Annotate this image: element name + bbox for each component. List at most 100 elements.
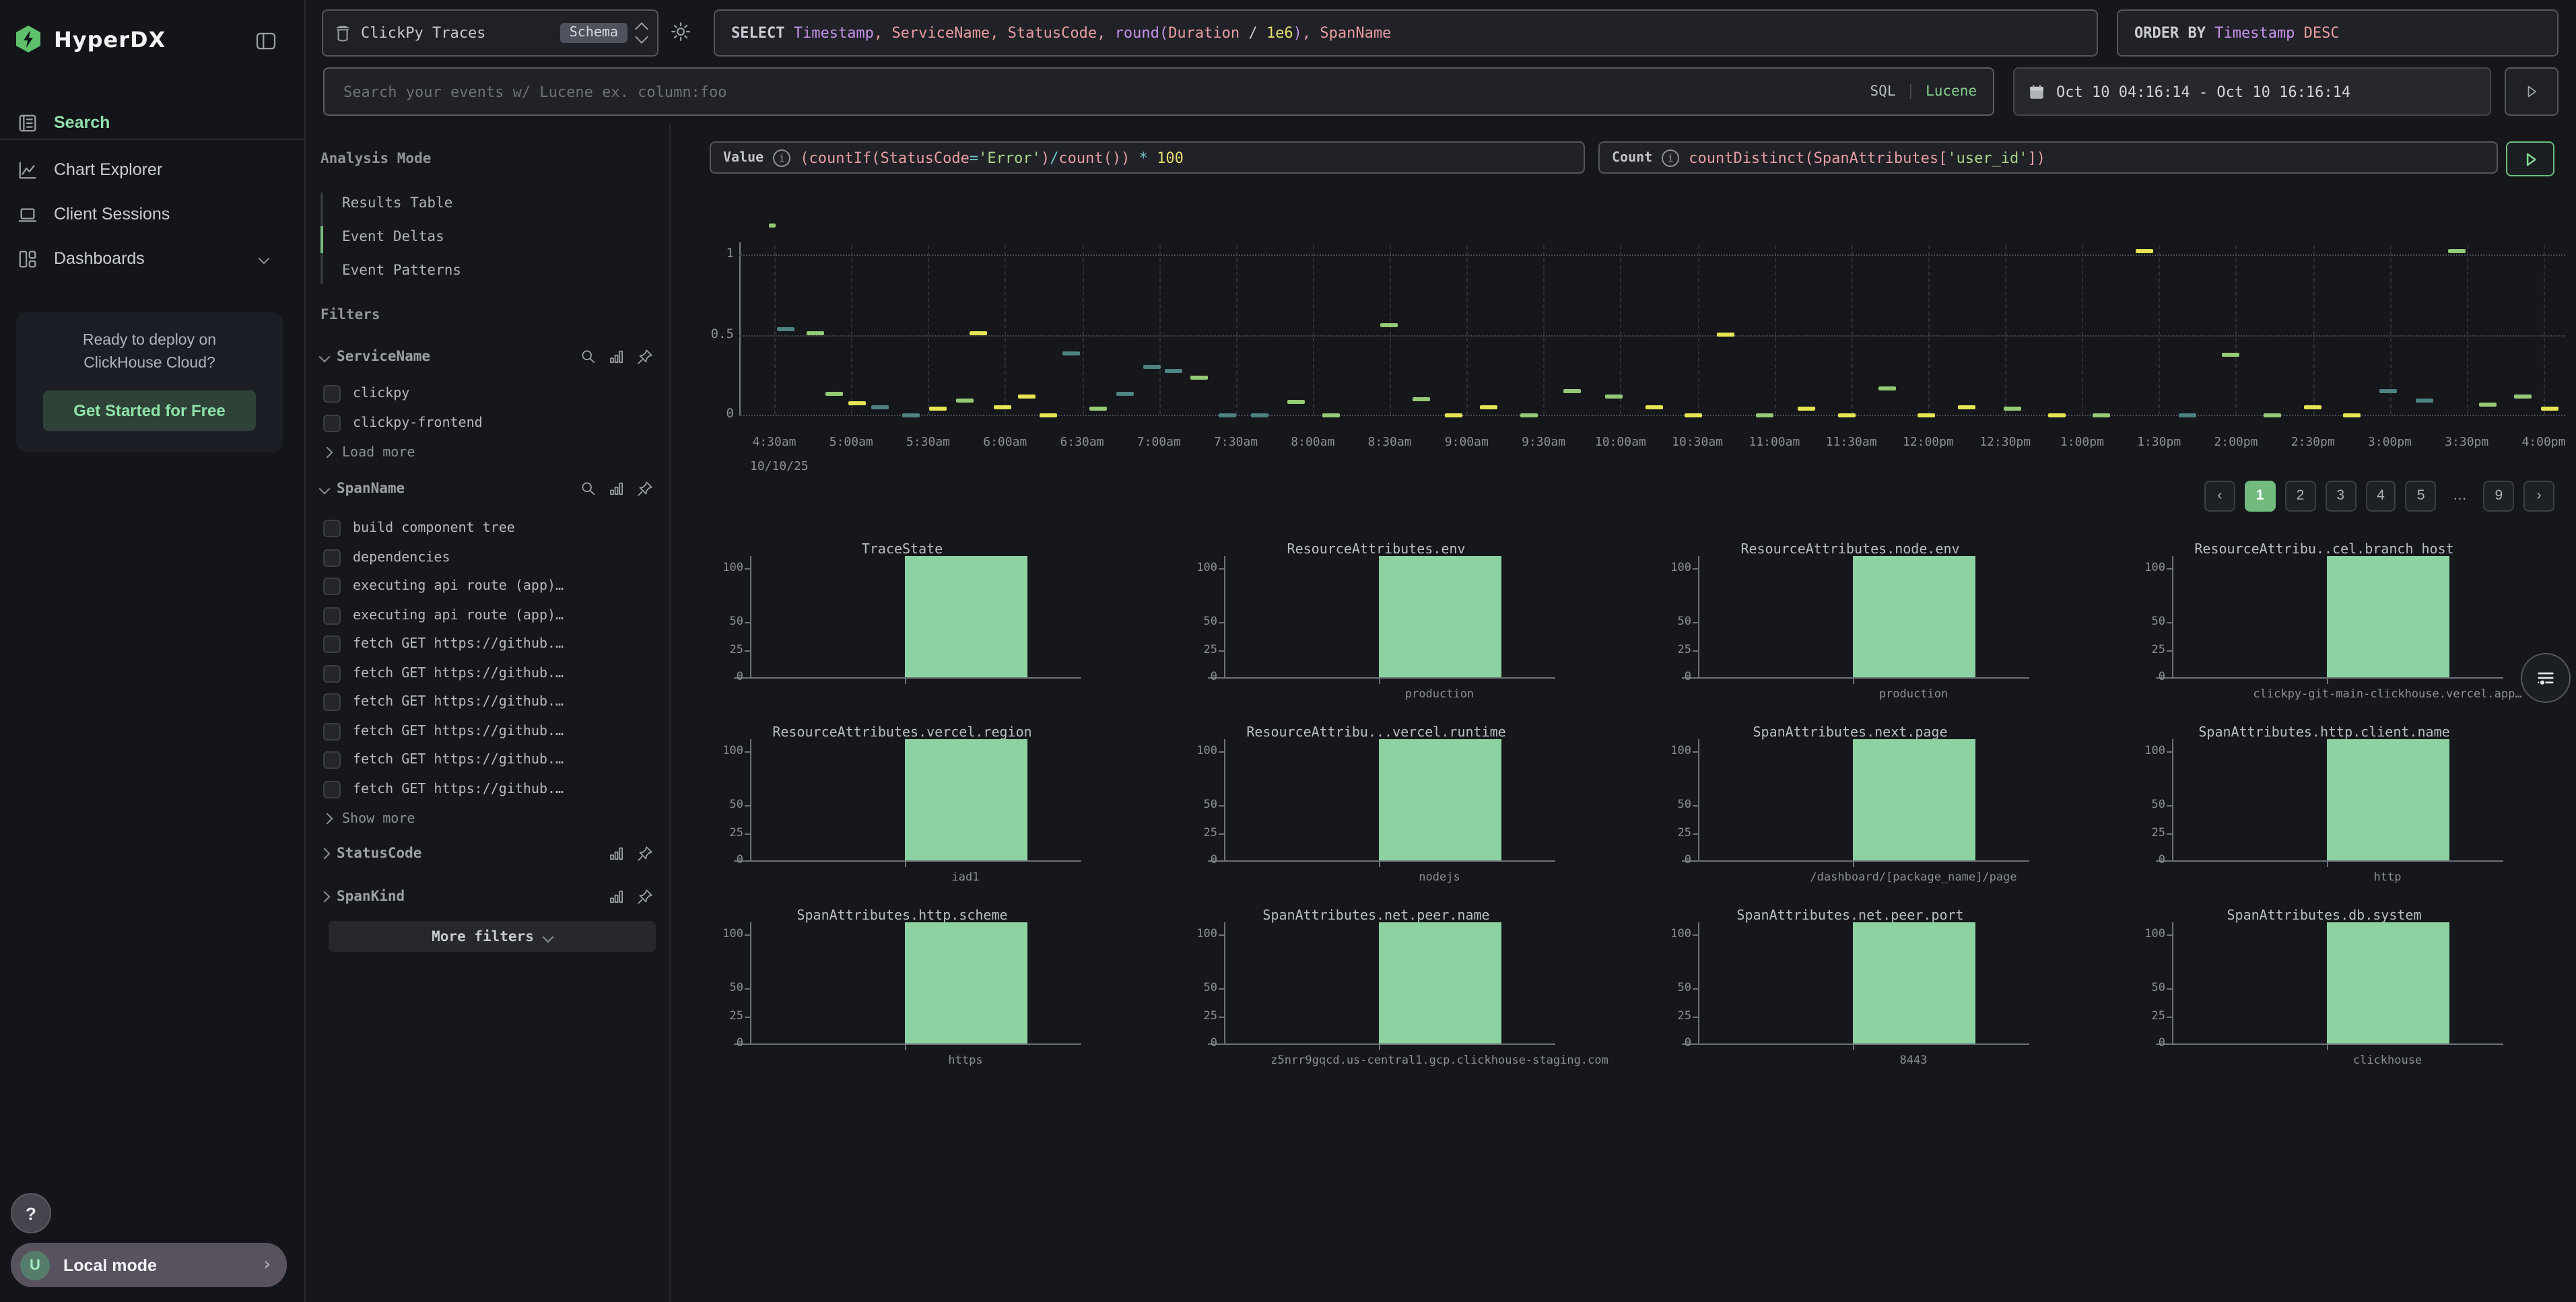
filter-option[interactable]: clickpy-frontend (323, 409, 660, 437)
run-query-button[interactable] (2506, 141, 2554, 176)
query-language-toggle[interactable]: SQL | Lucene (1870, 83, 1977, 100)
filter-group-servicename[interactable]: ServiceName (320, 345, 653, 369)
page-button-3[interactable]: 3 (2325, 480, 2356, 511)
filter-checkbox[interactable] (323, 636, 341, 653)
more-filters-button[interactable]: More filters (329, 921, 656, 952)
filter-option[interactable]: fetch GET https://github.… (323, 630, 660, 658)
filter-option[interactable]: build component tree (323, 514, 660, 543)
filter-option[interactable]: fetch GET https://github.… (323, 746, 660, 774)
x-tick-label: 8:30am (1368, 436, 1412, 450)
filter-checkbox[interactable] (323, 520, 341, 537)
y-tick (2167, 934, 2172, 935)
event-deltas-chart[interactable]: 00.514:30am5:00am5:30am6:00am6:30am7:00a… (710, 205, 2576, 474)
filter-checkbox[interactable] (323, 751, 341, 769)
attribute-bar-chart[interactable]: SpanAttributes.db.system10050250clickhou… (2095, 907, 2569, 1072)
filter-checkbox[interactable] (323, 385, 341, 403)
chart-icon[interactable] (609, 889, 625, 905)
filter-checkbox[interactable] (323, 414, 341, 432)
chart-icon[interactable] (609, 481, 625, 497)
sidebar-collapse-icon[interactable] (256, 32, 276, 50)
source-settings-gear-icon[interactable] (671, 22, 691, 42)
load-more-link[interactable]: Load more (323, 440, 592, 465)
attribute-bar-chart[interactable]: SpanAttributes.http.client.name10050250h… (2095, 724, 2569, 907)
sidebar-item-dashboards[interactable]: Dashboards (0, 241, 304, 276)
pin-icon[interactable] (637, 481, 653, 497)
filter-checkbox[interactable] (323, 549, 341, 566)
filter-option[interactable]: fetch GET https://github.… (323, 659, 660, 687)
attribute-bar-chart[interactable]: SpanAttributes.next.page10050250/dashboa… (1621, 724, 2095, 907)
page-button-4[interactable]: 4 (2365, 480, 2396, 511)
filter-option[interactable]: dependencies (323, 543, 660, 572)
page-button-2[interactable]: 2 (2285, 480, 2316, 511)
pin-icon[interactable] (637, 349, 653, 365)
filter-checkbox[interactable] (323, 780, 341, 798)
attribute-bar-chart[interactable]: SpanAttributes.http.scheme10050250https (673, 907, 1147, 1072)
sidebar-item-client-sessions[interactable]: Client Sessions (0, 197, 304, 232)
sidebar-item-search[interactable]: Search (0, 105, 304, 140)
analysis-mode-event-patterns[interactable]: Event Patterns (342, 256, 611, 285)
sidebar: HyperDX SearchChart ExplorerClient Sessi… (0, 0, 306, 1302)
get-started-button[interactable]: Get Started for Free (43, 390, 256, 431)
attribute-bar-chart[interactable]: ResourceAttributes.node.env10050250produ… (1621, 541, 2095, 724)
analysis-mode-event-deltas[interactable]: Event Deltas (342, 222, 611, 252)
sidebar-item-chart-explorer[interactable]: Chart Explorer (0, 152, 304, 187)
search-input[interactable] (341, 81, 1857, 102)
analysis-mode-results-table[interactable]: Results Table (342, 189, 611, 218)
sql-toggle[interactable]: SQL (1870, 83, 1896, 100)
attribute-bar-chart[interactable]: ResourceAttributes.env10050250production (1147, 541, 1621, 724)
delta-mark (2415, 399, 2433, 403)
page-button-9[interactable]: 9 (2483, 480, 2514, 511)
filter-option[interactable]: executing api route (app)… (323, 572, 660, 601)
user-mode-button[interactable]: U Local mode › (11, 1243, 287, 1287)
pin-icon[interactable] (637, 889, 653, 905)
filter-checkbox[interactable] (323, 578, 341, 595)
live-tail-button[interactable] (2505, 67, 2558, 116)
bar (1379, 922, 1501, 1043)
filter-checkbox[interactable] (323, 722, 341, 740)
filter-option[interactable]: clickpy (323, 380, 660, 408)
count-expression-input[interactable]: Count i countDistinct(SpanAttributes['us… (1598, 141, 2498, 174)
lucene-toggle[interactable]: Lucene (1926, 83, 1977, 100)
search-icon[interactable] (580, 481, 597, 497)
attribute-bar-chart[interactable]: ResourceAttributes.vercel.region10050250… (673, 724, 1147, 907)
y-tick (2167, 1016, 2172, 1017)
y-axis (1698, 922, 1699, 1043)
order-by-input[interactable]: ORDER BY Timestamp DESC (2117, 9, 2558, 57)
show-more-link[interactable]: Show more (323, 807, 592, 831)
chart-icon[interactable] (609, 846, 625, 862)
attribute-bar-chart[interactable]: SpanAttributes.net.peer.port100502508443 (1621, 907, 2095, 1072)
search-icon[interactable] (580, 349, 597, 365)
schema-badge[interactable]: Schema (560, 23, 628, 43)
y-tick (745, 860, 750, 862)
filter-checkbox[interactable] (323, 664, 341, 682)
help-button[interactable]: ? (11, 1193, 51, 1233)
filter-group-spanname[interactable]: SpanName (320, 477, 653, 501)
prev-page-button[interactable]: ‹ (2204, 480, 2235, 511)
filter-option[interactable]: fetch GET https://github.… (323, 688, 660, 716)
date-range-picker[interactable]: Oct 10 04:16:14 - Oct 10 16:16:14 (2013, 67, 2491, 116)
attribute-bar-chart[interactable]: TraceState10050250 (673, 541, 1147, 724)
x-tick (1853, 679, 1854, 684)
x-category-label: 8443 (1900, 1054, 1928, 1068)
filter-option[interactable]: executing api route (app)… (323, 601, 660, 629)
attribute-bar-chart[interactable]: SpanAttributes.net.peer.name10050250z5nr… (1147, 907, 1621, 1072)
page-button-1[interactable]: 1 (2245, 480, 2276, 511)
page-button-5[interactable]: 5 (2406, 480, 2437, 511)
filter-option[interactable]: fetch GET https://github.… (323, 717, 660, 745)
filter-checkbox[interactable] (323, 607, 341, 624)
next-page-button[interactable]: › (2523, 480, 2554, 511)
filter-group-statuscode[interactable]: StatusCode (320, 842, 653, 866)
chart-filter-fab[interactable] (2521, 653, 2571, 703)
y-tick (1219, 568, 1224, 569)
chart-icon[interactable] (609, 349, 625, 365)
source-selector[interactable]: ClickPy Traces Schema (322, 9, 658, 57)
attribute-bar-chart[interactable]: ResourceAttribu..cel.branch_host10050250… (2095, 541, 2569, 724)
pin-icon[interactable] (637, 846, 653, 862)
filter-option[interactable]: fetch GET https://github.… (323, 775, 660, 803)
filter-group-spankind[interactable]: SpanKind (320, 885, 653, 909)
y-tick-label: 50 (1190, 616, 1217, 629)
value-expression-input[interactable]: Value i (countIf(StatusCode='Error')/cou… (710, 141, 1585, 174)
select-query-input[interactable]: SELECT Timestamp, ServiceName, StatusCod… (714, 9, 2098, 57)
filter-checkbox[interactable] (323, 693, 341, 711)
attribute-bar-chart[interactable]: ResourceAttribu...vercel.runtime10050250… (1147, 724, 1621, 907)
